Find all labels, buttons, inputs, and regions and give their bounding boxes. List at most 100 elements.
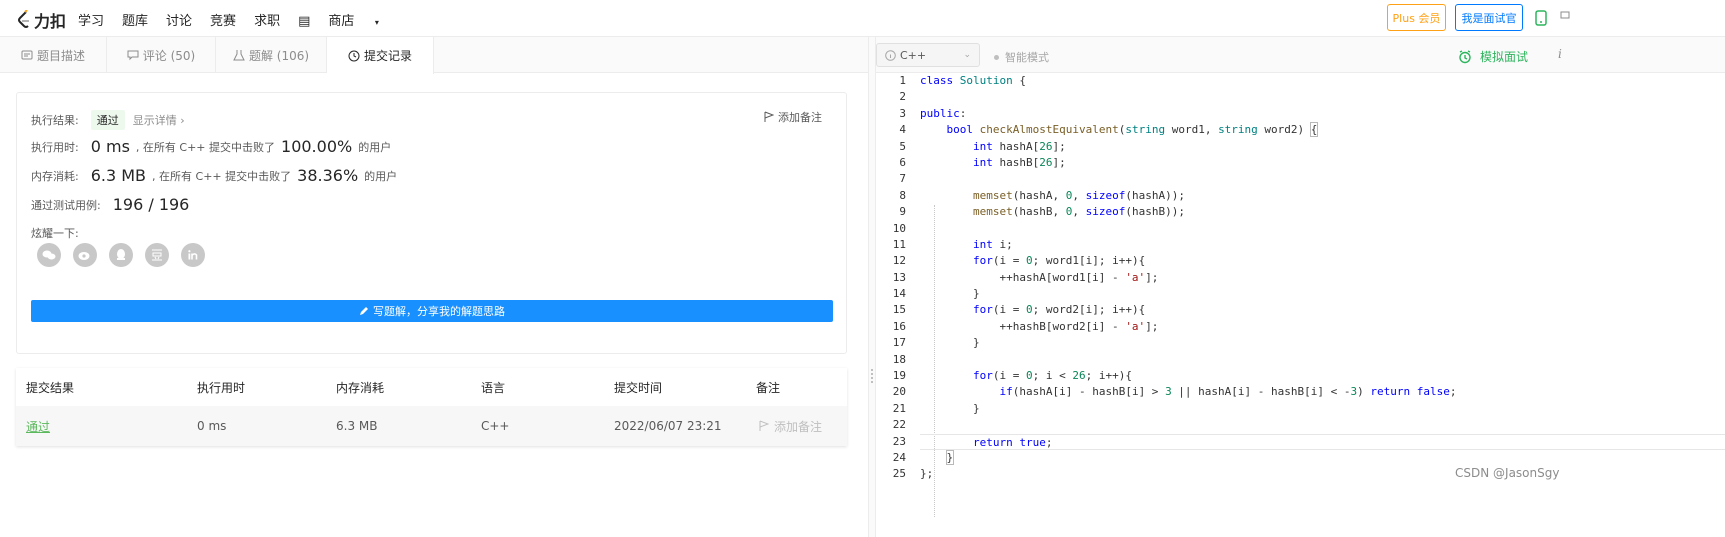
code-line: }: [945, 449, 955, 465]
line-number: 11: [892, 237, 906, 251]
weibo-icon[interactable]: [73, 243, 97, 267]
smart-mode-toggle[interactable]: 智能模式: [994, 49, 1049, 65]
line-number: 7: [899, 172, 906, 186]
header-language: 语言: [481, 380, 506, 395]
line-number: 23: [892, 434, 906, 448]
brand-logo[interactable]: 力扣: [16, 8, 66, 32]
line-number: 24: [892, 450, 906, 464]
plus-membership-button[interactable]: Plus 会员: [1387, 4, 1446, 31]
status-row: 执行结果: 通过 显示详情 ›: [31, 110, 185, 130]
line-number: 19: [892, 369, 906, 383]
runtime-label: 执行用时:: [31, 140, 79, 154]
row-memory: 6.3 MB: [336, 419, 378, 433]
smart-mode-label: 智能模式: [1005, 51, 1049, 64]
row-result-link[interactable]: 通过: [26, 406, 50, 446]
line-number: 14: [892, 287, 906, 301]
tab-submissions[interactable]: 提交记录: [327, 37, 434, 74]
nav-problems[interactable]: 题库: [122, 10, 148, 29]
douban-icon[interactable]: [145, 243, 169, 267]
nav-learn[interactable]: 学习: [78, 10, 104, 29]
table-header: 提交结果 执行用时 内存消耗 语言 提交时间 备注: [16, 368, 847, 406]
memory-text: , 在所有 C++ 提交中击败了: [152, 169, 292, 183]
header-time: 提交时间: [614, 380, 663, 395]
editor-toolbar: C++ ⌄ 智能模式 模拟面试 i: [876, 37, 1725, 73]
caret-down-icon: ▾: [372, 18, 379, 27]
flag-icon: [759, 420, 769, 431]
wechat-icon[interactable]: [37, 243, 61, 267]
code-line: memset(hashA, 0, sizeof(hashA));: [972, 188, 1185, 202]
line-number: 25: [892, 467, 906, 481]
leetcode-logo-icon: [16, 9, 32, 30]
qq-icon[interactable]: [109, 243, 133, 267]
top-navbar: 力扣 学习 题库 讨论 竞赛 求职 ▤ 商店 ▾ Plus 会员 我是面试官: [0, 0, 1725, 37]
line-number: 2: [899, 90, 906, 104]
share-label: 炫耀一下:: [31, 227, 79, 240]
line-number: 10: [892, 221, 906, 235]
row-note-label: 添加备注: [774, 419, 823, 434]
main-nav: 学习 题库 讨论 竞赛 求职 ▤ 商店 ▾: [78, 10, 415, 29]
code-editor[interactable]: 1 2 3 4 5 6 7 8 9 10 11 12 13 14 15 16 17 18 19 20 21 22 23 24 2…: [876, 73, 1725, 537]
nav-discuss[interactable]: 讨论: [166, 10, 192, 29]
line-number: 13: [892, 270, 906, 284]
interviewer-button[interactable]: 我是面试官: [1455, 4, 1523, 31]
status-badge: 通过: [90, 110, 125, 130]
line-number: 8: [899, 188, 906, 202]
runtime-percentile: 100.00%: [281, 137, 353, 156]
info-icon: [885, 49, 896, 61]
pencil-icon: [360, 307, 368, 315]
write-solution-button[interactable]: 写题解，分享我的解题思路: [31, 300, 833, 322]
nav-contest[interactable]: 竞赛: [210, 10, 236, 29]
submission-result-card: 执行结果: 通过 显示详情 › 添加备注 执行用时: 0 ms , 在所有 C+…: [16, 92, 847, 354]
code-line: memset(hashB, 0, sizeof(hashB));: [972, 205, 1185, 219]
nav-jobs[interactable]: 求职: [254, 10, 280, 29]
row-add-note-button[interactable]: 添加备注: [759, 406, 822, 446]
flask-icon: [233, 50, 245, 61]
share-icons: [37, 243, 217, 267]
linkedin-icon[interactable]: [181, 243, 205, 267]
write-solution-label: 写题解，分享我的解题思路: [373, 305, 505, 318]
line-number: 4: [899, 123, 906, 137]
testcase-row: 通过测试用例: 196 / 196: [31, 195, 195, 214]
header-runtime: 执行用时: [197, 380, 246, 395]
language-select[interactable]: C++ ⌄: [876, 43, 980, 67]
nav-store[interactable]: ▤ 商店 ▾: [298, 10, 397, 29]
runtime-text: , 在所有 C++ 提交中击败了: [135, 140, 276, 154]
line-number: 22: [892, 418, 906, 432]
line-number: 3: [899, 106, 906, 120]
mock-interview-button[interactable]: 模拟面试: [1458, 48, 1528, 65]
code-lines[interactable]: class Solution { public: bool checkAlmos…: [920, 73, 1725, 483]
header-result: 提交结果: [26, 380, 75, 395]
table-row[interactable]: 通过 0 ms 6.3 MB C++ 2022/06/07 23:21 添加备注: [16, 406, 847, 446]
tab-comments[interactable]: 评论 (50): [107, 37, 216, 73]
code-line: for(i = 0; i < 26; i++){: [972, 369, 1132, 383]
tab-solutions[interactable]: 题解 (106): [216, 37, 327, 73]
mock-interview-label: 模拟面试: [1480, 50, 1529, 64]
row-submit-time: 2022/06/07 23:21: [614, 419, 722, 433]
line-number: 17: [892, 336, 906, 350]
code-line: ++hashA[word1[i] - 'a'];: [920, 270, 1159, 284]
tab-comments-label: 评论 (50): [142, 48, 196, 63]
code-line: class Solution {: [920, 74, 1026, 87]
memory-percentile: 38.36%: [297, 166, 359, 185]
mobile-icon[interactable]: [1535, 10, 1547, 29]
memory-users: 的用户: [364, 169, 398, 183]
problem-tabs: 题目描述 评论 (50) 题解 (106) 提交记录: [0, 37, 868, 74]
share-row: 炫耀一下:: [31, 225, 79, 241]
runtime-row: 执行用时: 0 ms , 在所有 C++ 提交中击败了 100.00% 的用户: [31, 137, 391, 156]
flag-icon[interactable]: [1560, 10, 1570, 29]
store-icon: ▤: [298, 14, 311, 29]
alarm-clock-icon: [1459, 49, 1471, 63]
info-italic-icon[interactable]: i: [1558, 47, 1562, 61]
tab-description[interactable]: 题目描述: [0, 37, 107, 73]
pane-splitter[interactable]: [868, 37, 876, 537]
show-details-link[interactable]: 显示详情 ›: [133, 112, 185, 128]
dot-icon: [994, 54, 999, 60]
drag-handle[interactable]: [871, 369, 873, 383]
header-memory: 内存消耗: [336, 380, 385, 395]
line-number-gutter: 1 2 3 4 5 6 7 8 9 10 11 12 13 14 15 16 17 18 19 20 21 22 23 24 2…: [876, 73, 912, 483]
line-number: 1: [899, 74, 906, 87]
row-language: C++: [481, 419, 510, 433]
add-note-button[interactable]: 添加备注: [764, 109, 822, 125]
